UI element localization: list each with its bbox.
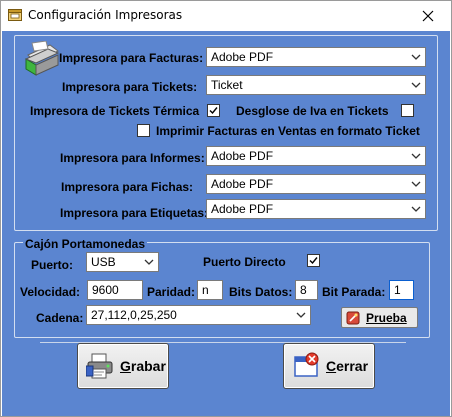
- save-printer-icon: [86, 353, 113, 379]
- bits-datos-input[interactable]: 8: [295, 280, 318, 300]
- velocidad-label: Velocidad:: [20, 285, 81, 299]
- prueba-label: Prueba: [366, 310, 407, 325]
- imprimir-label: Imprimir Facturas en Ventas en formato T…: [156, 124, 420, 138]
- puerto-label: Puerto:: [31, 258, 73, 272]
- chevron-down-icon: [411, 54, 421, 60]
- informes-label: Impresora para Informes:: [60, 151, 205, 165]
- tickets-value: Ticket: [211, 78, 243, 92]
- test-icon: [346, 311, 360, 324]
- bit-parada-input[interactable]: 1: [389, 280, 414, 300]
- bit-parada-label: Bit Parada:: [322, 285, 386, 299]
- chevron-down-icon: [411, 181, 421, 187]
- cerrar-button[interactable]: Cerrar: [283, 343, 375, 389]
- cadena-select[interactable]: 27,112,0,25,250: [86, 305, 311, 325]
- fichas-label: Impresora para Fichas:: [61, 180, 194, 194]
- title-bar: Configuración Impresoras: [1, 1, 451, 31]
- informes-value: Adobe PDF: [211, 149, 274, 163]
- chevron-down-icon: [411, 82, 421, 88]
- desglose-checkbox[interactable]: [401, 104, 414, 117]
- informes-select[interactable]: Adobe PDF: [206, 146, 426, 166]
- chevron-down-icon: [296, 312, 306, 318]
- etiquetas-value: Adobe PDF: [211, 202, 274, 216]
- prueba-button[interactable]: Prueba: [341, 307, 418, 328]
- close-window-icon: [294, 352, 319, 377]
- checkmark-icon: [309, 257, 318, 265]
- puerto-directo-label: Puerto Directo: [203, 255, 286, 269]
- imprimir-checkbox[interactable]: [137, 124, 150, 137]
- termica-checkbox[interactable]: [207, 104, 220, 117]
- facturas-select[interactable]: Adobe PDF: [206, 47, 426, 67]
- grabar-button[interactable]: Grabar: [77, 343, 169, 389]
- etiquetas-label: Impresora para Etiquetas:: [60, 206, 209, 220]
- chevron-down-icon: [144, 259, 154, 265]
- paridad-label: Paridad:: [147, 285, 196, 299]
- window-title: Configuración Impresoras: [28, 8, 183, 22]
- paridad-input[interactable]: n: [197, 280, 223, 300]
- close-window-button[interactable]: [405, 1, 451, 31]
- cadena-label: Cadena:: [36, 311, 84, 325]
- bits-datos-label: Bits Datos:: [229, 285, 293, 299]
- cajon-title: Cajón Portamonedas: [23, 237, 148, 251]
- tickets-label: Impresora para Tickets:: [62, 80, 198, 94]
- checkmark-icon: [209, 107, 218, 115]
- client-area: Impresora para Facturas: Adobe PDF Impre…: [2, 31, 450, 416]
- facturas-label: Impresora para Facturas:: [59, 51, 204, 65]
- puerto-select[interactable]: USB: [86, 252, 159, 272]
- puerto-directo-checkbox[interactable]: [307, 254, 320, 267]
- etiquetas-select[interactable]: Adobe PDF: [206, 199, 426, 219]
- cerrar-label: Cerrar: [326, 358, 369, 374]
- fichas-select[interactable]: Adobe PDF: [206, 174, 426, 194]
- velocidad-input[interactable]: 9600: [87, 280, 143, 300]
- config-window: Configuración Impresoras Impresora para …: [0, 0, 452, 417]
- termica-label: Impresora de Tickets Térmica: [30, 104, 200, 118]
- desglose-label: Desglose de Iva en Tickets: [236, 104, 389, 118]
- puerto-value: USB: [91, 255, 116, 269]
- cadena-value: 27,112,0,25,250: [91, 308, 177, 322]
- fichas-value: Adobe PDF: [211, 177, 274, 191]
- printer-icon: [24, 41, 60, 76]
- app-window-icon: [8, 9, 22, 21]
- grabar-label: Grabar: [120, 358, 166, 374]
- chevron-down-icon: [411, 206, 421, 212]
- facturas-value: Adobe PDF: [211, 50, 274, 64]
- close-icon: [422, 10, 434, 22]
- chevron-down-icon: [411, 153, 421, 159]
- tickets-select[interactable]: Ticket: [206, 75, 426, 95]
